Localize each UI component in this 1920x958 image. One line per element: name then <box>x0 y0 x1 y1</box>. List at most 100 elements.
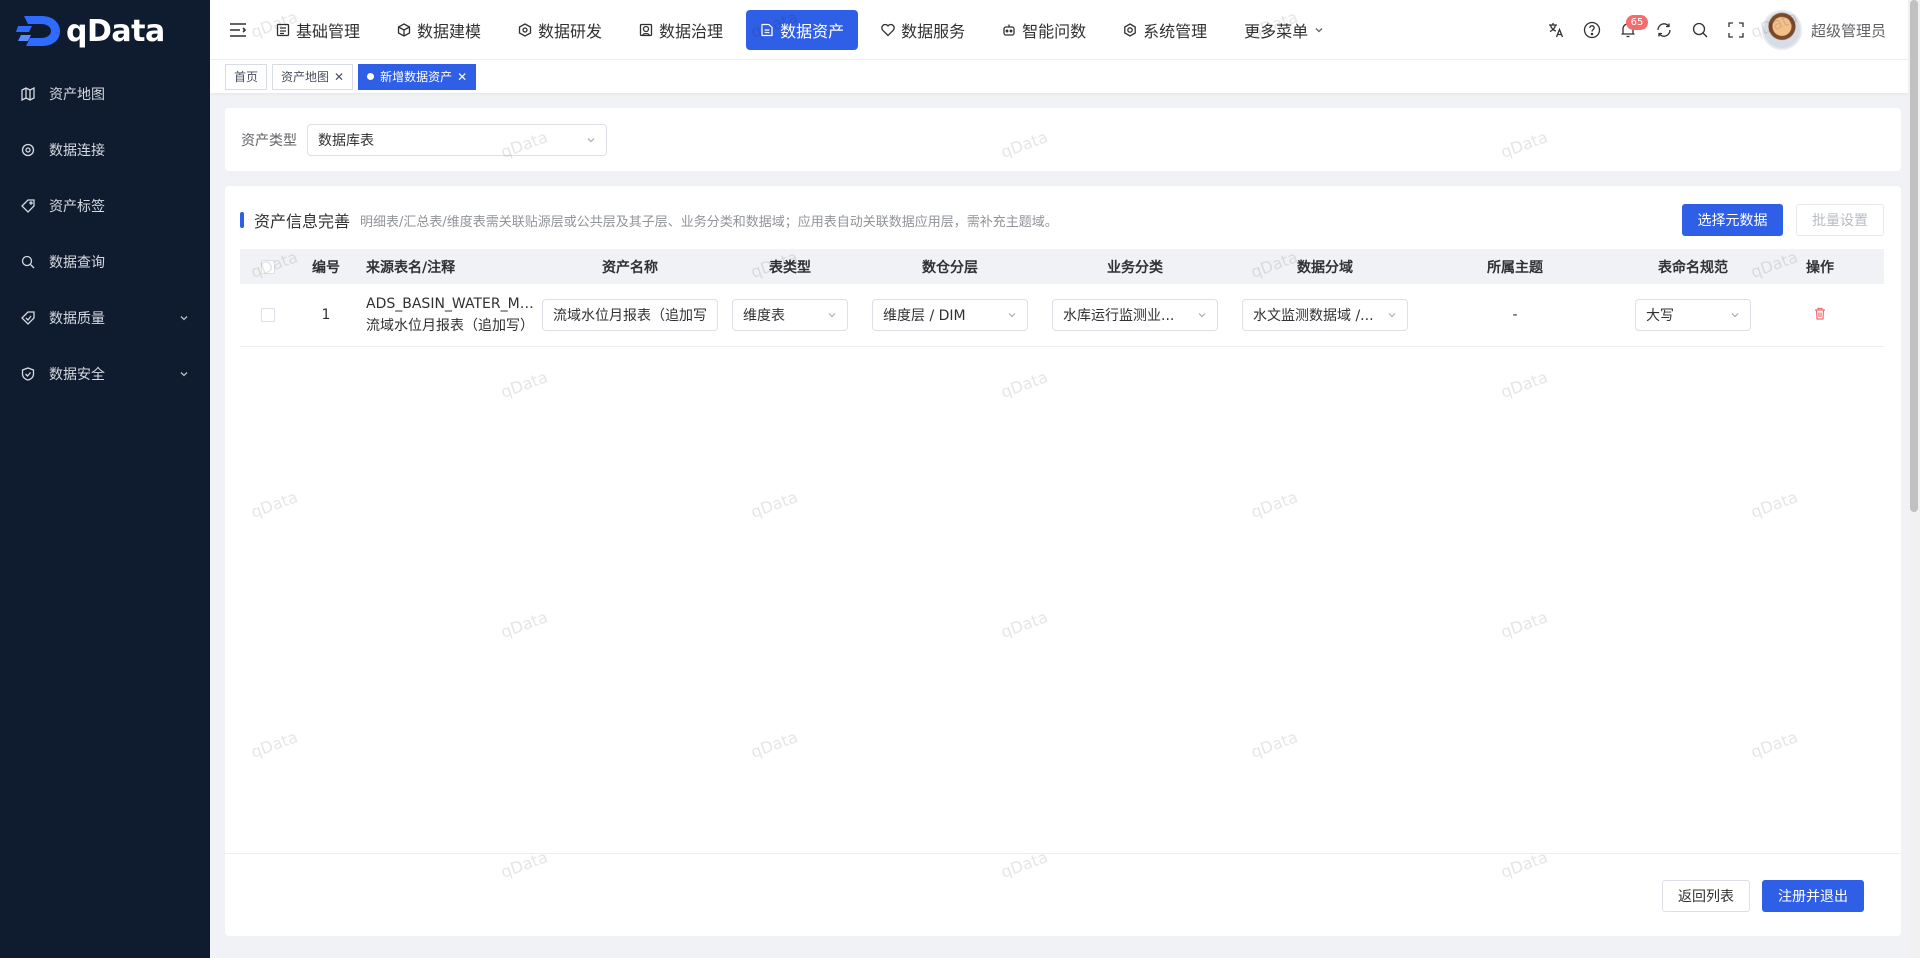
cube-icon <box>397 22 411 37</box>
service-icon <box>881 23 895 37</box>
close-icon[interactable]: ✕ <box>334 70 344 84</box>
asset-type-select[interactable]: 数据库表 <box>307 123 607 156</box>
refresh-icon[interactable] <box>1646 12 1682 48</box>
nav-item-label: 更多菜单 <box>1244 21 1309 41</box>
row-naming-rule-cell: 大写 <box>1610 284 1776 346</box>
batch-settings-button[interactable]: 批量设置 <box>1796 204 1884 236</box>
nav-item-more-menu[interactable]: 更多菜单 <box>1230 10 1338 50</box>
chevron-down-icon <box>1387 310 1397 320</box>
sidebar-item-label: 数据查询 <box>49 255 105 271</box>
sidebar-item-data-security[interactable]: 数据安全 <box>0 346 210 402</box>
sidebar-item-label: 资产标签 <box>49 199 105 215</box>
chevron-down-icon <box>178 312 190 324</box>
row-asset-name-cell: 流域水位月报表（追加写 <box>540 284 720 346</box>
vertical-scrollbar[interactable] <box>1908 0 1920 958</box>
nav-item-smart-query[interactable]: 智能问数 <box>988 10 1100 50</box>
help-icon[interactable] <box>1574 12 1610 48</box>
nav-item-data-governance[interactable]: 数据治理 <box>625 10 737 50</box>
table-type-value: 维度表 <box>743 308 785 324</box>
tab-asset-map[interactable]: 资产地图 ✕ <box>272 63 354 90</box>
sidebar-menu: 资产地图 数据连接 资产标签 数据查询 数据质量 数据安全 <box>0 66 210 402</box>
header-table-type: 表类型 <box>769 259 811 276</box>
tag-icon <box>20 198 36 214</box>
sidebar-item-asset-tags[interactable]: 资产标签 <box>0 178 210 234</box>
close-icon[interactable]: ✕ <box>457 70 467 84</box>
user-name[interactable]: 超级管理员 <box>1811 20 1886 41</box>
nav-item-system-management[interactable]: 系统管理 <box>1109 10 1221 50</box>
logo[interactable]: qData <box>0 0 210 62</box>
row-data-domain-cell: 水文监测数据域 /... <box>1230 284 1420 346</box>
nav-item-data-services[interactable]: 数据服务 <box>867 10 979 50</box>
asset-name-input[interactable]: 流域水位月报表（追加写 <box>542 299 718 331</box>
asset-type-label: 资产类型 <box>241 132 297 149</box>
layer-select[interactable]: 维度层 / DIM <box>872 299 1028 331</box>
section-title: 资产信息完善 <box>254 212 351 231</box>
data-domain-select[interactable]: 水文监测数据域 /... <box>1242 299 1408 331</box>
bell-icon[interactable]: 65 <box>1610 12 1648 48</box>
sidebar-item-label: 数据连接 <box>49 143 105 159</box>
chevron-down-icon <box>1314 25 1324 35</box>
layer-value: 维度层 / DIM <box>883 308 966 324</box>
row-source-cell: ADS_BASIN_WATER_MO... 流域水位月报表（追加写） <box>356 284 540 346</box>
sidebar-item-label: 数据安全 <box>49 367 105 383</box>
sidebar-item-data-query[interactable]: 数据查询 <box>0 234 210 290</box>
nav-item-label: 数据研发 <box>538 21 603 41</box>
grid-icon <box>276 23 290 37</box>
row-layer-cell: 维度层 / DIM <box>860 284 1040 346</box>
sidebar-item-data-connection[interactable]: 数据连接 <box>0 122 210 178</box>
back-to-list-button[interactable]: 返回列表 <box>1662 880 1750 912</box>
row-checkbox[interactable] <box>261 308 275 322</box>
row-checkbox-cell <box>240 284 296 346</box>
asset-type-value: 数据库表 <box>318 132 374 149</box>
select-all-checkbox[interactable] <box>261 259 275 274</box>
business-category-select[interactable]: 水库运行监测业... <box>1052 299 1218 331</box>
sidebar-item-label: 资产地图 <box>49 87 105 103</box>
naming-rule-select[interactable]: 大写 <box>1635 299 1751 331</box>
nav-item-label: 基础管理 <box>296 21 361 41</box>
source-table-name: ADS_BASIN_WATER_MO... <box>366 296 540 312</box>
fullscreen-icon[interactable] <box>1718 12 1754 48</box>
row-topic: - <box>1512 307 1518 323</box>
scrollbar-thumb[interactable] <box>1910 0 1918 512</box>
sidebar-item-label: 数据质量 <box>49 311 105 327</box>
connection-icon <box>20 142 36 158</box>
nav-item-basic-management[interactable]: 基础管理 <box>262 10 374 50</box>
quality-icon <box>20 310 36 326</box>
nav-item-data-development[interactable]: 数据研发 <box>504 10 616 50</box>
menu-toggle-icon[interactable] <box>218 0 258 60</box>
header-topic: 所属主题 <box>1487 259 1543 276</box>
nav-item-label: 智能问数 <box>1022 21 1087 41</box>
active-dot-icon <box>367 73 375 80</box>
tags-view: 首页 资产地图 ✕ 新增数据资产 ✕ <box>210 60 1920 93</box>
register-and-exit-button[interactable]: 注册并退出 <box>1762 880 1864 912</box>
top-bar: 基础管理 数据建模 数据研发 数据治理 数据资产 数据服务 智能问数 系统管理 <box>210 0 1920 60</box>
nav-item-data-modeling[interactable]: 数据建模 <box>383 10 495 50</box>
section-description: 明细表/汇总表/维度表需关联贴源层或公共层及其子层、业务分类和数据域；应用表自动… <box>360 214 1058 230</box>
sidebar-item-asset-map[interactable]: 资产地图 <box>0 66 210 122</box>
security-icon <box>20 366 36 382</box>
tab-new-data-asset[interactable]: 新增数据资产 ✕ <box>358 63 477 90</box>
table-type-select[interactable]: 维度表 <box>732 299 848 331</box>
tab-label: 资产地图 <box>281 70 330 84</box>
header-asset-name: 资产名称 <box>602 259 658 276</box>
nav-item-label: 系统管理 <box>1143 21 1208 41</box>
search-icon[interactable] <box>1682 12 1718 48</box>
avatar[interactable] <box>1761 10 1802 50</box>
source-table-comment: 流域水位月报表（追加写） <box>366 318 534 334</box>
nav-item-data-assets[interactable]: 数据资产 <box>746 9 859 50</box>
gear-icon <box>1123 22 1137 37</box>
translate-icon[interactable] <box>1538 12 1574 48</box>
map-icon <box>20 86 36 102</box>
query-icon <box>20 254 36 270</box>
sidebar-item-data-quality[interactable]: 数据质量 <box>0 290 210 346</box>
nav-item-label: 数据服务 <box>901 21 966 41</box>
chevron-down-icon <box>827 310 837 320</box>
asset-info-card: 资产信息完善 明细表/汇总表/维度表需关联贴源层或公共层及其子层、业务分类和数据… <box>225 186 1901 936</box>
delete-icon[interactable] <box>1814 307 1826 324</box>
header-no: 编号 <box>312 259 340 276</box>
qdata-logo-icon <box>16 14 62 48</box>
select-metadata-button[interactable]: 选择元数据 <box>1682 204 1783 236</box>
form-footer: 返回列表 注册并退出 <box>225 853 1901 936</box>
chevron-down-icon <box>586 135 596 145</box>
tab-home[interactable]: 首页 <box>225 63 268 90</box>
